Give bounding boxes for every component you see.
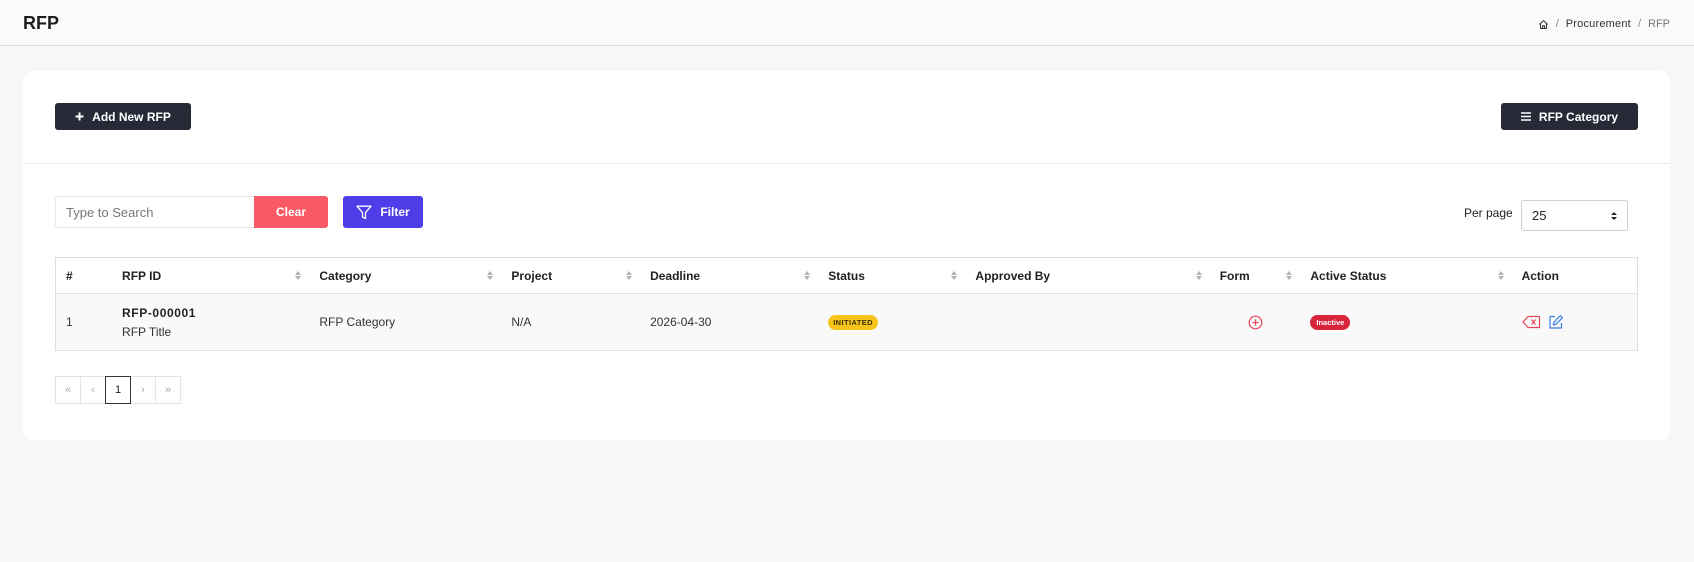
plus-icon [75, 112, 84, 121]
rfp-category-label: RFP Category [1538, 109, 1619, 124]
rfp-id: RFP-000001 [122, 305, 197, 320]
filter-label: Filter [380, 205, 410, 219]
cell-rfp-id: RFP-000001 RFP Title [112, 293, 310, 351]
page-last[interactable]: » [155, 376, 181, 404]
per-page-label: Per page [1464, 206, 1513, 220]
cell-deadline: 2026-04-30 [640, 293, 819, 351]
cell-active-status: Inactive [1300, 293, 1512, 351]
breadcrumb-rfp: RFP [1648, 18, 1670, 30]
search-group: Clear [55, 196, 328, 228]
column-header-active-status[interactable]: Active Status [1300, 257, 1512, 294]
add-form-icon[interactable] [1248, 315, 1263, 330]
per-page-select[interactable]: 25 [1521, 200, 1628, 231]
filter-button[interactable]: Filter [343, 196, 423, 228]
column-header-project[interactable]: Project [501, 257, 641, 294]
page-first[interactable]: « [55, 376, 81, 404]
sort-icon[interactable] [1195, 271, 1202, 280]
rfp-category-button[interactable]: RFP Category [1501, 103, 1638, 130]
sort-icon[interactable] [295, 271, 302, 280]
column-header-action: Action [1511, 257, 1638, 294]
select-arrows-icon [1611, 211, 1617, 221]
page-next[interactable]: › [130, 376, 156, 404]
sort-icon[interactable] [1497, 271, 1504, 280]
edit-icon[interactable] [1548, 314, 1564, 330]
menu-icon [1520, 112, 1531, 121]
home-icon[interactable] [1538, 19, 1549, 30]
active-status-badge[interactable]: Inactive [1310, 315, 1351, 330]
sort-icon[interactable] [951, 271, 958, 280]
column-header-status[interactable]: Status [818, 257, 966, 294]
delete-icon[interactable] [1521, 315, 1541, 329]
page-prev[interactable]: ‹ [80, 376, 106, 404]
column-header-category[interactable]: Category [309, 257, 502, 294]
cell-form [1209, 293, 1301, 351]
column-header-approved-by[interactable]: Approved By [965, 257, 1210, 294]
column-header-deadline[interactable]: Deadline [640, 257, 819, 294]
cell-approved-by [965, 293, 1210, 351]
cell-action [1511, 293, 1638, 351]
column-header-form[interactable]: Form [1209, 257, 1301, 294]
per-page-value: 25 [1532, 208, 1547, 223]
page-current[interactable]: 1 [105, 376, 131, 404]
top-bar: RFP / Procurement / RFP [0, 0, 1694, 46]
search-input[interactable] [55, 196, 254, 228]
page-title: RFP [23, 13, 59, 33]
breadcrumb-procurement[interactable]: Procurement [1566, 18, 1631, 30]
card-header: Add New RFP RFP Category [23, 71, 1670, 164]
column-header-rfp-id[interactable]: RFP ID [112, 257, 310, 294]
rfp-title: RFP Title [122, 324, 172, 339]
filter-icon [356, 205, 372, 219]
rfp-table: # RFP ID Category Project Deadline Statu… [55, 257, 1638, 351]
rfp-card: Add New RFP RFP Category Clear Filter Pe… [23, 71, 1670, 440]
table-header-row: # RFP ID Category Project Deadline Statu… [55, 257, 1638, 294]
table-row: 1 RFP-000001 RFP Title RFP Category N/A … [55, 293, 1638, 351]
clear-button[interactable]: Clear [254, 196, 328, 228]
cell-category: RFP Category [309, 293, 502, 351]
breadcrumb-separator: / [1555, 18, 1559, 30]
sort-icon[interactable] [487, 271, 494, 280]
column-header-index: # [55, 257, 113, 294]
cell-status: INITIATED [818, 293, 966, 351]
breadcrumb-separator: / [1637, 18, 1641, 30]
cell-project: N/A [501, 293, 641, 351]
cell-index: 1 [55, 293, 113, 351]
sort-icon[interactable] [804, 271, 811, 280]
pagination: « ‹ 1 › » [55, 376, 181, 404]
sort-icon[interactable] [626, 271, 633, 280]
add-new-rfp-button[interactable]: Add New RFP [55, 103, 191, 130]
sort-icon[interactable] [1286, 271, 1293, 280]
breadcrumb: / Procurement / RFP [1538, 18, 1670, 30]
add-new-rfp-label: Add New RFP [92, 109, 171, 124]
status-badge: INITIATED [828, 315, 878, 330]
